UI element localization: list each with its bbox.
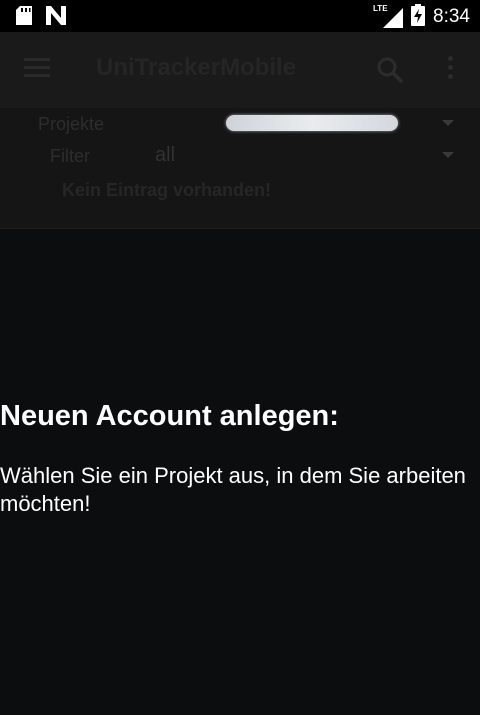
filter-panel: Projekte Filter all Kein Eintrag vorhand… (0, 108, 480, 229)
filter-select-value[interactable]: all (155, 144, 175, 167)
app-bar: UniTrackerMobile (0, 32, 480, 108)
status-bar: LTE 8:34 (0, 0, 480, 32)
empty-list-message: Kein Eintrag vorhanden! (62, 180, 272, 200)
signal-icon: LTE (373, 4, 404, 28)
clock: 8:34 (433, 6, 470, 27)
sd-card-icon (16, 6, 32, 29)
filter-label: Filter (50, 146, 90, 166)
overlay-title: Neuen Account anlegen: (0, 400, 339, 432)
project-dropdown-caret-icon[interactable] (442, 120, 454, 126)
overlay-text: Wählen Sie ein Projekt aus, in dem Sie a… (0, 463, 466, 516)
filter-dropdown-caret-icon[interactable] (442, 152, 454, 158)
menu-icon[interactable] (24, 58, 50, 80)
search-icon[interactable] (376, 56, 404, 84)
n-notification-icon (46, 6, 66, 29)
battery-charging-icon (411, 4, 426, 30)
project-label: Projekte (38, 114, 105, 134)
more-vert-icon[interactable] (444, 56, 456, 84)
project-select-value[interactable] (226, 115, 398, 131)
app-title: UniTrackerMobile (96, 54, 297, 81)
